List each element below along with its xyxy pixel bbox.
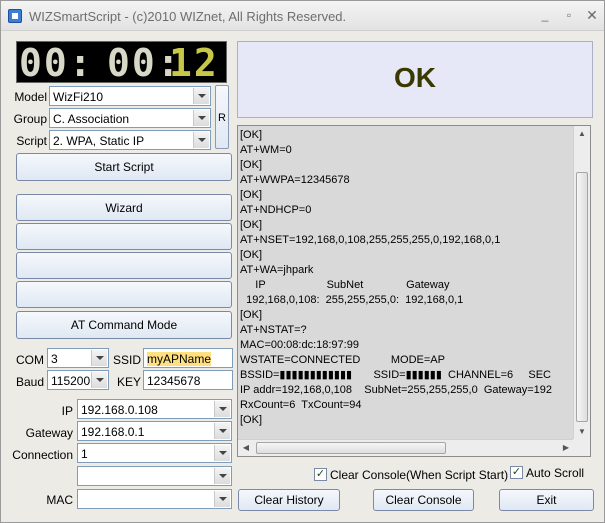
key-label: KEY — [116, 375, 141, 389]
timer-seconds: 12 — [169, 41, 219, 85]
console-line: AT+NSTAT=? — [240, 324, 307, 336]
mac-select[interactable] — [77, 489, 232, 509]
mac-label: MAC — [46, 493, 73, 507]
connection-label: Connection — [12, 448, 73, 462]
console-line: WSTATE=CONNECTED MODE=AP — [240, 354, 445, 366]
clear-console-button[interactable]: Clear Console — [373, 489, 474, 511]
main-window: WIZSmartScript - (c)2010 WIZnet, All Rig… — [0, 0, 605, 523]
console-line: 192,168,0,108: 255,255,255,0: 192,168,0,… — [240, 294, 464, 306]
console-output[interactable]: [OK] AT+WM=0 [OK] AT+WWPA=12345678 [OK] AT+ND… — [237, 125, 591, 457]
key-input[interactable]: 12345678 — [143, 370, 233, 390]
elapsed-timer-display: 00: 00: 12 — [16, 41, 227, 83]
connection-select[interactable]: 1 — [77, 443, 232, 463]
chevron-down-icon[interactable] — [193, 88, 209, 104]
scrollbar-corner — [573, 439, 590, 456]
chevron-down-icon[interactable] — [214, 401, 230, 417]
ssid-label: SSID — [112, 353, 141, 367]
console-line: [OK] — [240, 249, 263, 261]
scroll-right-icon[interactable]: ▶ — [558, 440, 574, 456]
status-result-text: OK — [394, 62, 436, 93]
minimize-button[interactable]: _ — [537, 8, 553, 22]
scroll-left-icon[interactable]: ◀ — [238, 440, 254, 456]
console-line: AT+NDHCP=0 — [240, 204, 312, 216]
at-command-mode-button[interactable]: AT Command Mode — [16, 311, 232, 339]
timer-hours: 00: — [19, 41, 94, 85]
model-select[interactable]: WizFi210 — [49, 86, 211, 106]
extra-select[interactable] — [77, 466, 232, 486]
clear-history-button[interactable]: Clear History — [238, 489, 340, 511]
console-line: [OK] — [240, 129, 263, 141]
title-bar: WIZSmartScript - (c)2010 WIZnet, All Rig… — [1, 1, 604, 31]
window-title: WIZSmartScript - (c)2010 WIZnet, All Rig… — [29, 9, 347, 24]
clear-console-on-start-checkbox[interactable]: ✓ — [314, 468, 327, 481]
com-select[interactable]: 3 — [47, 348, 109, 368]
close-button[interactable]: ✕ — [584, 8, 600, 22]
baud-label: Baud — [15, 375, 44, 389]
wizard-button[interactable]: Wizard — [16, 194, 232, 221]
scroll-up-icon[interactable]: ▲ — [574, 126, 590, 142]
console-line: AT+WM=0 — [240, 144, 292, 156]
chevron-down-icon[interactable] — [214, 423, 230, 439]
chevron-down-icon[interactable] — [214, 491, 230, 507]
console-line: [OK] — [240, 219, 263, 231]
auto-scroll-checkbox[interactable]: ✓ — [510, 466, 523, 479]
maximize-button[interactable]: ▫ — [561, 8, 577, 22]
horizontal-scrollbar[interactable]: ◀ ▶ — [238, 439, 574, 456]
model-label: Model — [14, 90, 47, 104]
chevron-down-icon[interactable] — [193, 132, 209, 148]
script-select[interactable]: 2. WPA, Static IP — [49, 130, 211, 150]
baud-select[interactable]: 115200 — [47, 370, 109, 390]
ssid-input[interactable]: myAPName — [143, 348, 233, 368]
clear-console-on-start-label: Clear Console(When Script Start) — [330, 468, 509, 482]
console-line: AT+WWPA=12345678 — [240, 174, 350, 186]
blank-button-3[interactable] — [16, 281, 232, 308]
console-line: AT+WA=jhpark — [240, 264, 314, 276]
horizontal-scroll-thumb[interactable] — [256, 442, 446, 454]
script-label: Script — [16, 134, 47, 148]
group-label: Group — [13, 112, 47, 126]
gateway-select[interactable]: 192.168.0.1 — [77, 421, 232, 441]
group-select[interactable]: C. Association — [49, 108, 211, 128]
start-script-button[interactable]: Start Script — [16, 153, 232, 181]
console-line: [OK] — [240, 159, 263, 171]
reload-button[interactable]: R — [215, 85, 229, 149]
status-result-panel: OK — [237, 41, 593, 118]
com-label: COM — [16, 353, 44, 367]
console-line: [OK] — [240, 414, 263, 426]
chevron-down-icon[interactable] — [91, 372, 107, 388]
vertical-scrollbar[interactable]: ▲ ▼ — [573, 126, 590, 440]
ip-select[interactable]: 192.168.0.108 — [77, 399, 232, 419]
console-line: [OK] — [240, 309, 263, 321]
gateway-label: Gateway — [25, 426, 73, 440]
console-line: [OK] — [240, 189, 263, 201]
auto-scroll-label: Auto Scroll — [526, 466, 585, 480]
chevron-down-icon[interactable] — [214, 445, 230, 461]
scroll-down-icon[interactable]: ▼ — [574, 424, 590, 440]
console-line: AT+NSET=192,168,0,108,255,255,255,0,192,… — [240, 234, 501, 246]
console-line: IP addr=192,168,0,108 SubNet=255,255,255… — [240, 384, 553, 396]
vertical-scroll-thumb[interactable] — [576, 172, 588, 422]
chevron-down-icon[interactable] — [91, 350, 107, 366]
console-line: RxCount=6 TxCount=94 — [240, 399, 362, 411]
blank-button-1[interactable] — [16, 223, 232, 250]
console-line: IP SubNet Gateway — [240, 279, 450, 291]
chevron-down-icon[interactable] — [193, 110, 209, 126]
console-lines: [OK] AT+WM=0 [OK] AT+WWPA=12345678 [OK] AT+ND… — [240, 128, 570, 440]
chevron-down-icon[interactable] — [214, 468, 230, 484]
console-line: BSSID=▮▮▮▮▮▮▮▮▮▮▮▮ SSID=▮▮▮▮▮▮ CHANNEL=6… — [240, 369, 552, 381]
ip-label: IP — [61, 404, 73, 418]
app-icon — [8, 9, 22, 23]
blank-button-2[interactable] — [16, 252, 232, 279]
console-line: MAC=00:08:dc:18:97:99 — [240, 339, 359, 351]
exit-button[interactable]: Exit — [499, 489, 594, 511]
